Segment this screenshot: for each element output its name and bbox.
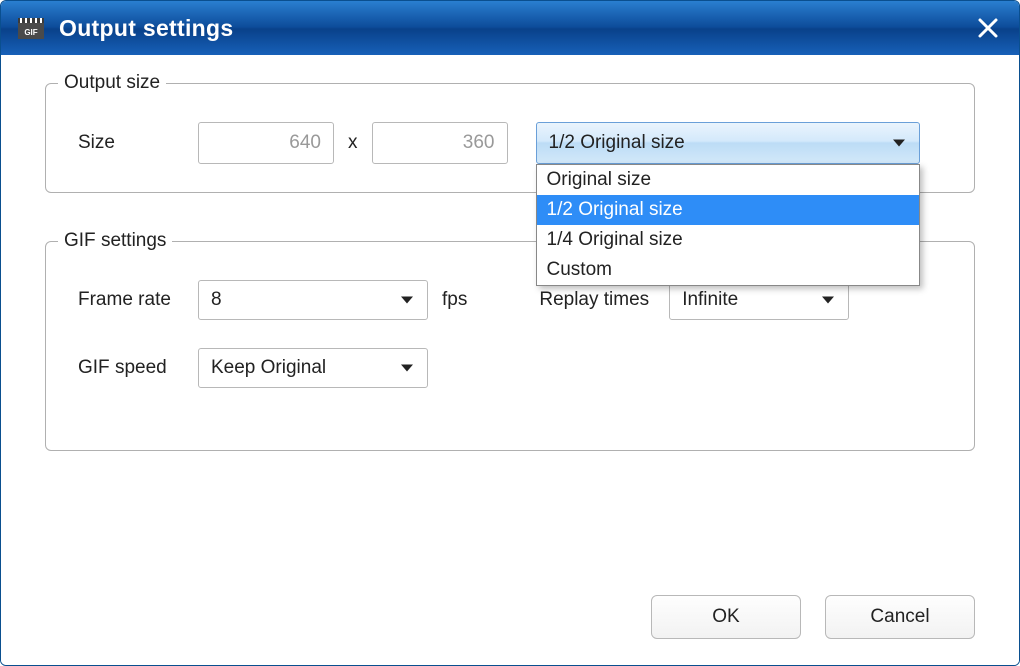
replay-times-value: Infinite <box>682 289 738 311</box>
size-preset-option[interactable]: Original size <box>537 165 919 195</box>
width-input[interactable] <box>198 122 334 164</box>
ok-button[interactable]: OK <box>651 595 801 639</box>
close-button[interactable] <box>975 15 1001 41</box>
size-preset-option[interactable]: Custom <box>537 255 919 285</box>
frame-rate-select[interactable]: 8 <box>198 280 428 320</box>
cancel-button[interactable]: Cancel <box>825 595 975 639</box>
size-row: Size x 1/2 Original size Original size 1… <box>78 122 942 164</box>
size-preset-option[interactable]: 1/2 Original size <box>537 195 919 225</box>
dropdown-triangle-icon <box>401 365 413 372</box>
dimension-separator: x <box>348 132 358 154</box>
gif-speed-label: GIF speed <box>78 357 198 379</box>
svg-text:GIF: GIF <box>24 28 37 37</box>
dialog-content: Output size Size x 1/2 Original size Ori… <box>1 55 1019 665</box>
titlebar: GIF Output settings <box>1 1 1019 55</box>
height-input[interactable] <box>372 122 508 164</box>
gif-speed-value: Keep Original <box>211 357 326 379</box>
replay-times-label: Replay times <box>539 289 649 311</box>
dropdown-triangle-icon <box>822 297 834 304</box>
dialog-buttons: OK Cancel <box>651 595 975 639</box>
gif-settings-legend: GIF settings <box>58 230 172 252</box>
size-preset-select-container: 1/2 Original size Original size 1/2 Orig… <box>536 122 920 164</box>
dropdown-triangle-icon <box>893 140 905 147</box>
fps-unit: fps <box>442 289 467 311</box>
frame-rate-label: Frame rate <box>78 289 198 311</box>
size-label: Size <box>78 132 198 154</box>
gif-app-icon: GIF <box>15 12 47 44</box>
size-preset-option[interactable]: 1/4 Original size <box>537 225 919 255</box>
output-settings-dialog: GIF Output settings Output size Size x <box>0 0 1020 666</box>
close-icon <box>977 17 999 39</box>
size-preset-value: 1/2 Original size <box>549 132 685 154</box>
gif-speed-row: GIF speed Keep Original <box>78 348 942 388</box>
output-size-fieldset: Output size Size x 1/2 Original size Ori… <box>45 83 975 193</box>
size-preset-select[interactable]: 1/2 Original size <box>536 122 920 164</box>
dropdown-triangle-icon <box>401 297 413 304</box>
replay-group: Replay times Infinite <box>539 280 849 320</box>
gif-speed-select[interactable]: Keep Original <box>198 348 428 388</box>
frame-rate-value: 8 <box>211 289 222 311</box>
frame-rate-row: Frame rate 8 fps Replay times Infinite <box>78 280 942 320</box>
size-preset-dropdown-list: Original size 1/2 Original size 1/4 Orig… <box>536 164 920 286</box>
window-title: Output settings <box>59 15 233 42</box>
output-size-legend: Output size <box>58 72 166 94</box>
replay-times-select[interactable]: Infinite <box>669 280 849 320</box>
